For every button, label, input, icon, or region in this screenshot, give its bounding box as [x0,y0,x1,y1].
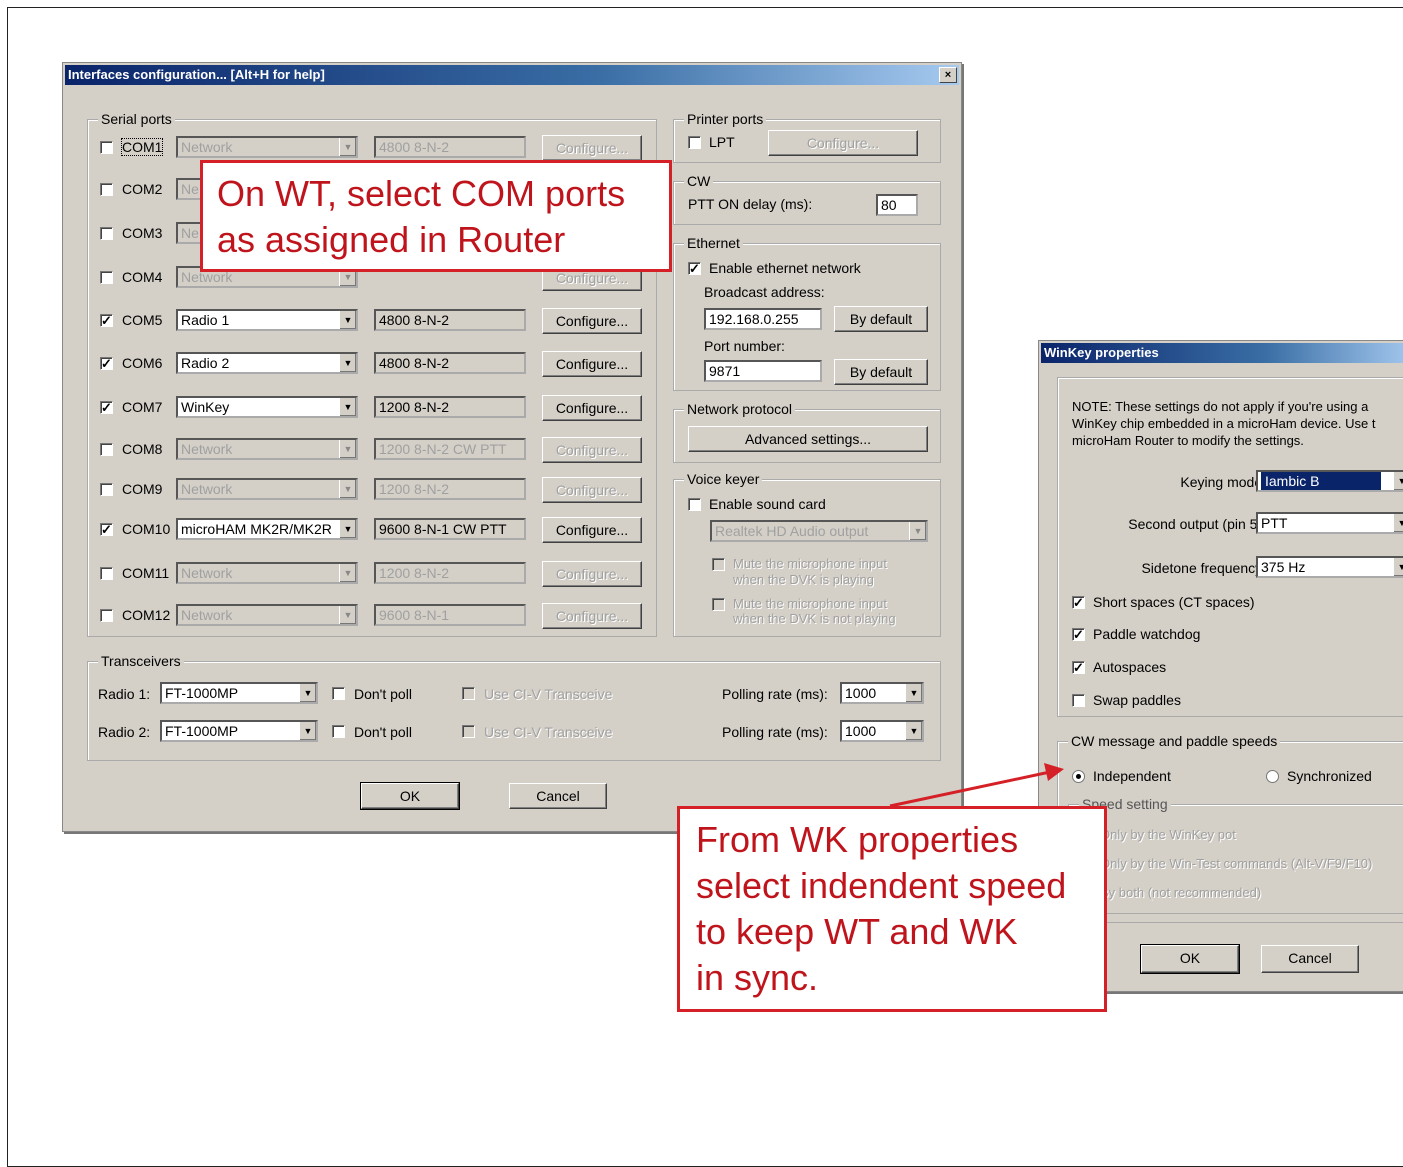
arrow-head-icon [1044,763,1064,781]
callout-winkey-line1: From WK properties [696,819,1019,860]
callout-winkey-line4: in sync. [696,957,819,998]
callout-arrow-line [889,770,1051,808]
callout-winkey-speed: From WK properties select indendent spee… [677,806,1107,1012]
callout-winkey-line3: to keep WT and WK [696,911,1018,952]
callout-winkey-line2: select indendent speed [696,865,1067,906]
